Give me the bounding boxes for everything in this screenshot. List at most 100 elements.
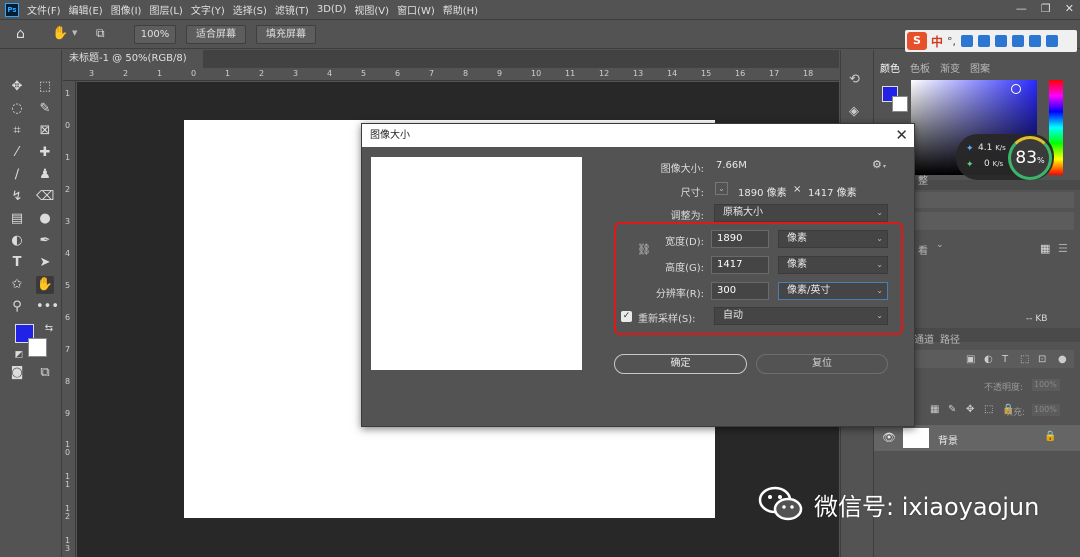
- quick-mask-icon[interactable]: ◙: [8, 364, 26, 382]
- tab-swatches[interactable]: 色板: [910, 60, 930, 75]
- lock-transparent-icon[interactable]: ▦: [930, 404, 939, 415]
- image-preview[interactable]: [371, 157, 582, 370]
- restore-icon[interactable]: ❐: [1041, 2, 1051, 15]
- toolbox-icon[interactable]: [1012, 35, 1025, 47]
- screen-mode-icon[interactable]: ⧉: [36, 364, 54, 382]
- lock-artboard-icon[interactable]: ⬚: [984, 404, 993, 415]
- grid-view-icon[interactable]: ▦: [1040, 242, 1050, 255]
- punctuation-icon[interactable]: °,: [947, 35, 956, 48]
- menu-select[interactable]: 选择(S): [233, 2, 267, 17]
- close-icon[interactable]: ✕: [895, 124, 908, 147]
- ime-mode[interactable]: 中: [931, 33, 943, 50]
- eye-icon[interactable]: 👁: [882, 431, 896, 444]
- menu-layer[interactable]: 图层(L): [149, 2, 182, 17]
- eyedropper-tool-icon[interactable]: ⁄: [8, 144, 26, 162]
- menu-help[interactable]: 帮助(H): [443, 2, 478, 17]
- opacity-field[interactable]: 100%: [1032, 379, 1060, 391]
- fit-screen-button[interactable]: 适合屏幕: [186, 25, 246, 44]
- chevron-down-icon[interactable]: ⌄: [715, 182, 728, 195]
- color-picker-cursor[interactable]: [1011, 84, 1021, 94]
- filter-shape-icon[interactable]: ⬚: [1020, 354, 1029, 365]
- chevron-down-icon[interactable]: ▼: [72, 29, 77, 37]
- height-unit-dropdown[interactable]: 像素 ⌄: [778, 256, 888, 274]
- menu-file[interactable]: 文件(F): [27, 2, 61, 17]
- filter-type-icon[interactable]: T: [1002, 354, 1008, 365]
- tab-channels[interactable]: 通道: [914, 331, 934, 346]
- menu-grid-icon[interactable]: [1046, 35, 1059, 47]
- panel-background-swatch[interactable]: [892, 96, 908, 112]
- clone-stamp-tool-icon[interactable]: ♟: [36, 166, 54, 184]
- menu-view[interactable]: 视图(V): [354, 2, 389, 17]
- height-input[interactable]: 1417: [711, 256, 769, 274]
- home-icon[interactable]: ⌂: [16, 26, 25, 42]
- hand-tool-icon[interactable]: ✋: [36, 276, 54, 294]
- resample-method-dropdown[interactable]: 自动 ⌄: [714, 307, 888, 325]
- tab-gradients[interactable]: 渐变: [940, 60, 960, 75]
- eraser-tool-icon[interactable]: ⌫: [36, 188, 54, 206]
- history-panel-icon[interactable]: ⟲: [849, 72, 860, 87]
- filter-smart-object-icon[interactable]: ⊡: [1038, 354, 1046, 365]
- history-brush-tool-icon[interactable]: ↯: [8, 188, 26, 206]
- filter-pixel-icon[interactable]: ▣: [966, 354, 975, 365]
- tab-color[interactable]: 颜色: [880, 60, 900, 75]
- frame-tool-icon[interactable]: ⊠: [36, 122, 54, 140]
- menu-edit[interactable]: 编辑(E): [69, 2, 103, 17]
- healing-brush-tool-icon[interactable]: ✚: [36, 144, 54, 162]
- hand-tool-preset-icon[interactable]: ✋: [52, 26, 68, 41]
- close-icon[interactable]: ✕: [1065, 2, 1074, 15]
- pen-tool-icon[interactable]: ✒: [36, 232, 54, 250]
- resample-checkbox[interactable]: ✓: [621, 311, 632, 322]
- filter-toggle-icon[interactable]: ●: [1058, 354, 1067, 365]
- width-unit-dropdown[interactable]: 像素 ⌄: [778, 230, 888, 248]
- reset-button[interactable]: 复位: [756, 354, 888, 374]
- move-tool-icon[interactable]: ✥: [8, 78, 26, 96]
- minimize-icon[interactable]: —: [1016, 2, 1027, 15]
- gear-icon[interactable]: ⚙: [872, 158, 882, 171]
- marquee-tool-icon[interactable]: ⬚: [36, 78, 54, 96]
- menu-window[interactable]: 窗口(W): [397, 2, 435, 17]
- gradient-tool-icon[interactable]: ▤: [8, 210, 26, 228]
- background-color-swatch[interactable]: [28, 338, 47, 357]
- fill-screen-button[interactable]: 填充屏幕: [256, 25, 316, 44]
- voice-icon[interactable]: [978, 35, 991, 47]
- menu-image[interactable]: 图像(I): [111, 2, 142, 17]
- chevron-down-icon[interactable]: ⌄: [936, 240, 944, 250]
- crop-tool-icon[interactable]: ⌗: [8, 122, 26, 140]
- menu-type[interactable]: 文字(Y): [191, 2, 225, 17]
- emoji-icon[interactable]: [961, 35, 974, 47]
- keyboard-icon[interactable]: [995, 35, 1008, 47]
- 3d-panel-icon[interactable]: ◈: [849, 104, 859, 119]
- blur-tool-icon[interactable]: ●: [36, 210, 54, 228]
- lock-position-icon[interactable]: ✥: [966, 404, 974, 415]
- brush-tool-icon[interactable]: ∕: [8, 166, 26, 184]
- ime-toolbar[interactable]: S 中 °,: [905, 30, 1077, 52]
- path-select-tool-icon[interactable]: ➤: [36, 254, 54, 272]
- document-tab[interactable]: 未标题-1 @ 50%(RGB/8) ×: [63, 50, 203, 82]
- menu-filter[interactable]: 滤镜(T): [275, 2, 309, 17]
- ok-button[interactable]: 确定: [614, 354, 747, 374]
- skin-icon[interactable]: [1029, 35, 1042, 47]
- lasso-tool-icon[interactable]: ◌: [8, 100, 26, 118]
- tab-paths[interactable]: 路径: [940, 331, 960, 346]
- quick-select-tool-icon[interactable]: ✎: [36, 100, 54, 118]
- lock-image-icon[interactable]: ✎: [948, 404, 956, 415]
- swap-colors-icon[interactable]: ⇆: [40, 320, 58, 338]
- fit-to-dropdown[interactable]: 原稿大小 ⌄: [714, 204, 888, 222]
- chevron-down-icon[interactable]: ▾: [883, 163, 886, 170]
- scroll-all-windows-icon[interactable]: ⧉: [96, 26, 105, 41]
- width-input[interactable]: 1890: [711, 230, 769, 248]
- shape-tool-icon[interactable]: ✩: [8, 276, 26, 294]
- filter-adjustment-icon[interactable]: ◐: [984, 354, 993, 365]
- more-tools-icon[interactable]: •••: [36, 298, 59, 316]
- type-tool-icon[interactable]: T: [8, 254, 26, 272]
- resolution-unit-dropdown[interactable]: 像素/英寸 ⌄: [778, 282, 888, 300]
- zoom-tool-icon[interactable]: ⚲: [8, 298, 26, 316]
- zoom-100-button[interactable]: 100%: [134, 25, 176, 44]
- tab-patterns[interactable]: 图案: [970, 60, 990, 75]
- menu-3d[interactable]: 3D(D): [317, 4, 347, 15]
- resolution-input[interactable]: 300: [711, 282, 769, 300]
- default-colors-icon[interactable]: ◩: [10, 346, 28, 364]
- dodge-tool-icon[interactable]: ◐: [8, 232, 26, 250]
- fill-field[interactable]: 100%: [1032, 404, 1060, 416]
- list-view-icon[interactable]: ☰: [1058, 242, 1068, 255]
